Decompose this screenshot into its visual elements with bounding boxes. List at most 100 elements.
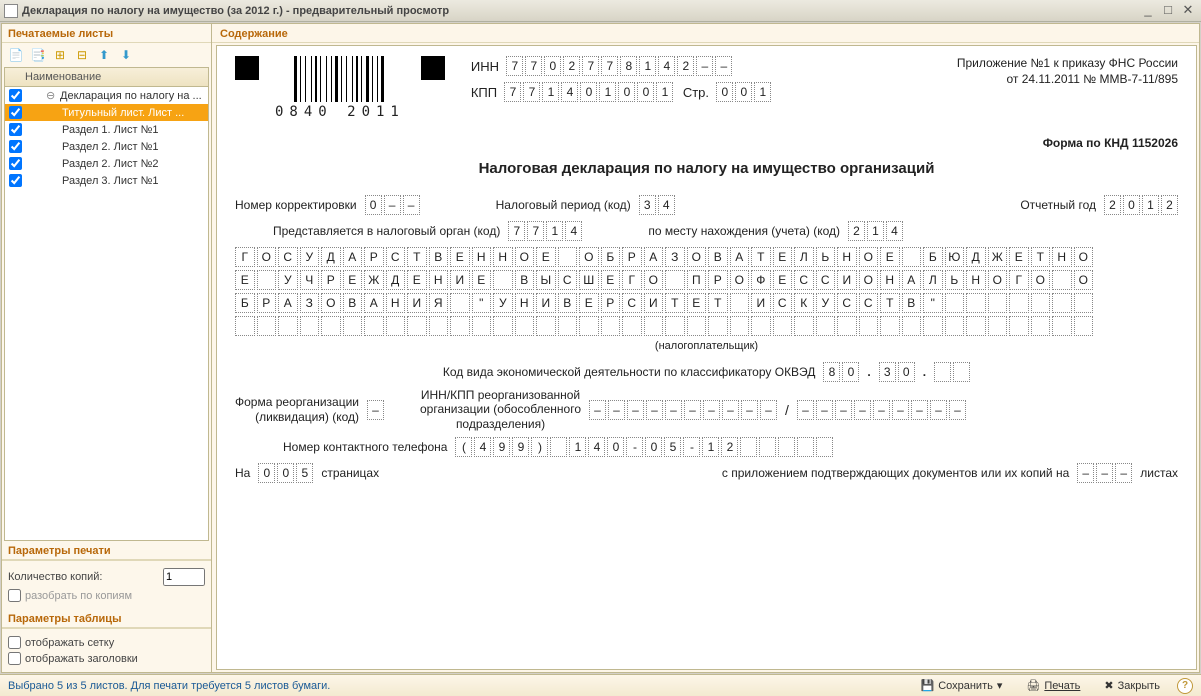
char-cell: С [386,247,406,267]
tree-row[interactable]: ⊖Декларация по налогу на ... [5,87,208,104]
char-cell: С [837,293,857,313]
char-cell: Е [579,293,599,313]
char-cell: Е [472,270,492,290]
close-button[interactable]: ✕ [1179,4,1197,18]
tree-checkbox[interactable] [9,106,22,119]
char-cell: " [472,293,492,313]
close-window-button[interactable]: ✖ Закрыть [1097,677,1167,694]
char-cell [1052,270,1072,290]
tree-row[interactable]: Раздел 2. Лист №1 [5,138,208,155]
window-title: Декларация по налогу на имущество (за 20… [22,5,449,17]
split-by-copies-checkbox[interactable] [8,589,21,602]
char-cell: – [367,400,384,420]
char-cell [644,316,664,336]
reorg-inn-label-2: организации (обособленного [420,402,581,416]
char-cell: Б [923,247,943,267]
sheets-tree[interactable]: Наименование ⊖Декларация по налогу на ..… [4,67,209,541]
document-preview[interactable]: 0840 2011 ИНН 7702778142–– КПП 771401001… [216,45,1197,670]
char-cell: Н [1052,247,1072,267]
char-cell: С [816,270,836,290]
tree-row[interactable]: Раздел 3. Лист №1 [5,172,208,189]
inn-label: ИНН [471,59,499,74]
char-cell: 0 [735,82,752,102]
char-cell: О [859,270,879,290]
save-button[interactable]: 💾 Сохранить ▾ [913,677,1009,694]
char-cell [923,316,943,336]
char-cell: ( [455,437,472,457]
tree-checkbox[interactable] [9,123,22,136]
char-cell: – [741,400,758,420]
tree-row[interactable]: Раздел 2. Лист №2 [5,155,208,172]
new-sheet-icon[interactable]: 📄 [8,47,24,63]
char-cell: 0 [580,82,597,102]
help-button[interactable]: ? [1177,678,1193,694]
show-grid-checkbox[interactable] [8,636,21,649]
char-cell: О [988,270,1008,290]
char-cell: С [794,270,814,290]
char-cell: Д [966,247,986,267]
show-headers-label: отображать заголовки [25,653,138,665]
char-cell: 8 [620,56,637,76]
char-cell: – [646,400,663,420]
move-up-icon[interactable]: ⬆ [96,47,112,63]
char-cell: 7 [525,56,542,76]
char-cell: - [683,437,700,457]
tree-row[interactable]: Раздел 1. Лист №1 [5,121,208,138]
char-cell: Р [257,293,277,313]
char-cell: Б [235,293,255,313]
char-cell [407,316,427,336]
char-cell [257,316,277,336]
print-button[interactable]: 🖨 Печать [1019,677,1087,694]
maximize-button[interactable]: □ [1159,4,1177,18]
char-cell [945,316,965,336]
expand-all-icon[interactable]: ⊞ [52,47,68,63]
char-cell: Н [880,270,900,290]
char-cell: 0 [544,56,561,76]
char-cell: А [730,247,750,267]
char-cell: Ш [579,270,599,290]
char-cell [536,316,556,336]
minimize-button[interactable]: _ [1139,4,1157,18]
copies-input[interactable] [163,568,205,586]
attachments-text: с приложением подтверждающих документов … [722,466,1069,480]
char-cell: 4 [565,221,582,241]
char-cell: 3 [879,362,896,382]
char-cell: Р [601,293,621,313]
tree-checkbox[interactable] [9,89,22,102]
char-cell: Р [364,247,384,267]
char-cell: Т [880,293,900,313]
char-cell: 8 [823,362,840,382]
char-cell: Т [407,247,427,267]
tree-checkbox[interactable] [9,157,22,170]
char-cell: – [1115,463,1132,483]
dropdown-icon: ▾ [997,679,1003,692]
pages-suffix: страницах [321,466,379,480]
collapse-all-icon[interactable]: ⊟ [74,47,90,63]
tree-row[interactable]: Титульный лист. Лист ... [5,104,208,121]
page-cells: 001 [716,82,771,102]
copy-sheet-icon[interactable]: 📑 [30,47,46,63]
char-cell: Ч [300,270,320,290]
char-cell: " [923,293,943,313]
char-cell: И [751,293,771,313]
char-cell: А [364,293,384,313]
char-cell: 7 [582,56,599,76]
char-cell: – [760,400,777,420]
char-cell [966,316,986,336]
tree-checkbox[interactable] [9,174,22,187]
tree-checkbox[interactable] [9,140,22,153]
char-cell [386,316,406,336]
char-cell: – [949,400,966,420]
phone-label: Номер контактного телефона [283,440,447,454]
char-cell: И [644,293,664,313]
char-cell: 4 [474,437,491,457]
char-cell: Ж [988,247,1008,267]
move-down-icon[interactable]: ⬇ [118,47,134,63]
show-headers-checkbox[interactable] [8,652,21,665]
char-cell: 2 [1104,195,1121,215]
tree-toggle-icon[interactable]: ⊖ [46,89,58,102]
char-cell [988,316,1008,336]
char-cell: С [859,293,879,313]
char-cell: Ж [364,270,384,290]
document-title: Налоговая декларация по налогу на имущес… [235,160,1178,177]
